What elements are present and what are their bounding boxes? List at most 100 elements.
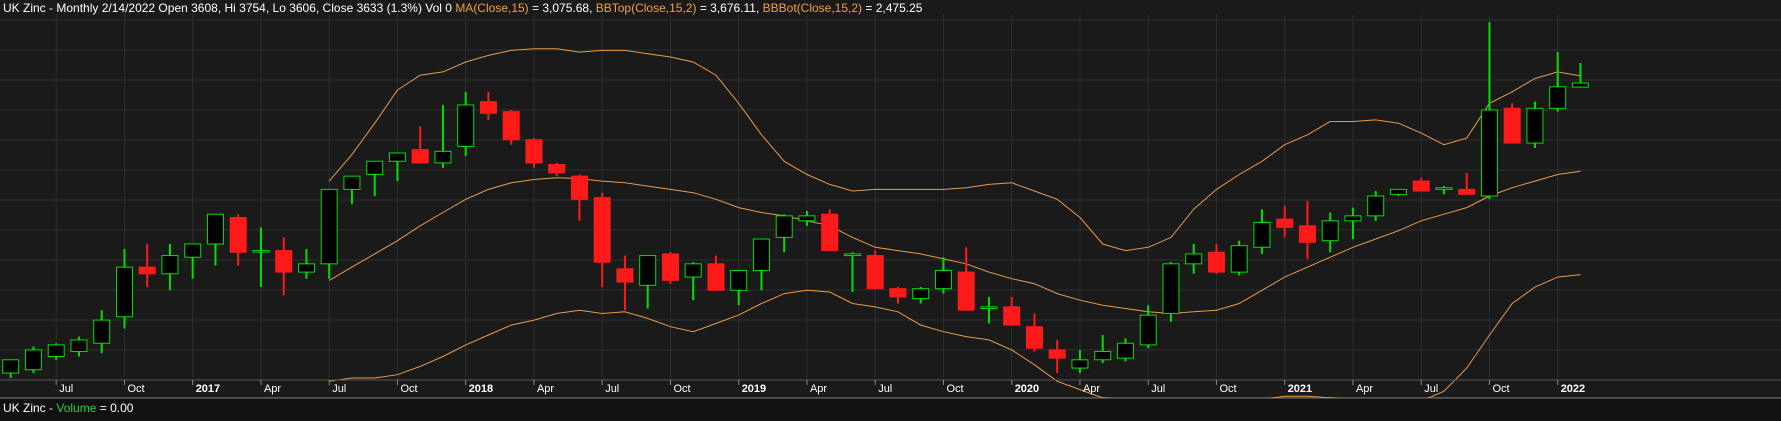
- candle-body: [434, 150, 452, 164]
- x-tick-label: Apr: [1356, 383, 1373, 395]
- x-tick-label: Oct: [946, 383, 963, 395]
- candle-body: [502, 111, 520, 141]
- candle-body: [2, 359, 20, 374]
- candle-body: [1025, 326, 1043, 349]
- candle-body: [411, 149, 429, 164]
- candle-body: [1435, 187, 1453, 190]
- grid: [0, 14, 1781, 378]
- candle-body: [1139, 314, 1157, 346]
- volume-header: UK Zinc - Volume = 0.00: [3, 401, 134, 415]
- x-tick-label: 2017: [196, 383, 220, 395]
- candle-body: [639, 255, 657, 286]
- candle-body: [1458, 188, 1476, 195]
- candle-body: [252, 250, 270, 253]
- x-tick-label: 2019: [742, 383, 766, 395]
- candle-body: [1116, 342, 1134, 359]
- candle-body: [593, 197, 611, 263]
- candle-body: [320, 188, 338, 265]
- candle-body: [1230, 245, 1248, 273]
- candle-body: [1480, 109, 1498, 197]
- x-tick-label: Jul: [59, 383, 73, 395]
- candle-body: [1048, 349, 1066, 359]
- candle-body: [161, 255, 179, 275]
- candle-body: [616, 268, 634, 283]
- candle-body: [70, 339, 88, 353]
- candle-body: [821, 213, 839, 252]
- candle-body: [1503, 107, 1521, 144]
- candle-body: [1003, 306, 1021, 326]
- x-tick-label: Apr: [810, 383, 827, 395]
- candle-body: [93, 319, 111, 344]
- candle-body: [843, 253, 861, 257]
- ohlc-info: - Monthly 2/14/2022 Open 3608, Hi 3754, …: [49, 1, 452, 15]
- candle-body: [366, 160, 384, 175]
- candle-body: [297, 263, 315, 273]
- candle-body: [661, 253, 679, 281]
- chart-header: UK Zinc - Monthly 2/14/2022 Open 3608, H…: [3, 1, 922, 15]
- x-tick-label: Jul: [332, 383, 346, 395]
- candle-body: [457, 104, 475, 147]
- candle-body: [184, 243, 202, 258]
- bbtop-label: BBTop(Close,15,2): [595, 1, 697, 15]
- x-tick-label: Jul: [878, 383, 892, 395]
- bollinger-top-line: [328, 48, 1581, 252]
- bbtop-value: = 3,676.11,: [699, 1, 760, 15]
- candle-body: [1276, 218, 1294, 228]
- x-tick-label: Oct: [1492, 383, 1509, 395]
- candle-body: [775, 215, 793, 238]
- candle-body: [229, 217, 247, 253]
- x-tick-label: Oct: [673, 383, 690, 395]
- candle-body: [343, 175, 361, 190]
- candle-body: [1071, 359, 1089, 369]
- candle-body: [206, 213, 224, 245]
- candle-body: [1094, 351, 1112, 361]
- candle-body: [707, 263, 725, 291]
- volume-panel: UK Zinc - Volume = 0.00: [0, 398, 1781, 421]
- candle-body: [798, 215, 816, 222]
- candle-body: [752, 238, 770, 271]
- candle-body: [1412, 180, 1430, 192]
- candle-body: [1344, 215, 1362, 222]
- bbbot-label: BBBot(Close,15,2): [762, 1, 863, 15]
- candle-body: [275, 250, 293, 273]
- candle-body: [957, 271, 975, 311]
- candle-body: [684, 263, 702, 278]
- candle-body: [24, 349, 42, 371]
- price-panel: Jul Oct 2017 Apr Jul Oct 2018 Apr Jul Oct 2019 Apr J…: [0, 0, 1781, 398]
- bbbot-value: = 2,475.25: [865, 1, 923, 15]
- candle-body: [1526, 107, 1544, 144]
- candle-body: [1185, 253, 1203, 265]
- x-tick-label: Oct: [400, 383, 417, 395]
- candle-body: [912, 288, 930, 300]
- candle-body: [115, 266, 133, 318]
- candle-body: [1298, 225, 1316, 243]
- candle-body: [980, 306, 998, 310]
- x-tick-label: Oct: [127, 383, 144, 395]
- candle-body: [570, 175, 588, 200]
- candle-body: [730, 269, 748, 291]
- x-tick-label: 2020: [1015, 383, 1039, 395]
- volume-symbol: UK Zinc: [3, 401, 46, 415]
- candle-body: [1207, 251, 1225, 273]
- candle-body: [138, 266, 156, 275]
- candle-body: [934, 269, 952, 290]
- x-tick-label: Oct: [1219, 383, 1236, 395]
- ma-label: MA(Close,15): [455, 1, 529, 15]
- candle-body: [388, 152, 406, 162]
- volume-value: = 0.00: [99, 401, 134, 415]
- bollinger-bottom-line: [329, 274, 1581, 398]
- x-tick-label: Apr: [264, 383, 281, 395]
- x-tick-label: Jul: [605, 383, 619, 395]
- candle-body: [47, 344, 65, 357]
- x-tick-label: Jul: [1424, 383, 1438, 395]
- x-tick-label: Apr: [537, 383, 554, 395]
- candle-body: [548, 164, 566, 174]
- x-tick-label: 2021: [1288, 383, 1312, 395]
- candle-body: [866, 255, 884, 290]
- volume-label: Volume: [56, 401, 97, 415]
- ma-value: = 3,075.68,: [532, 1, 593, 15]
- candle-body: [1162, 263, 1180, 314]
- candle-body: [479, 101, 497, 114]
- candle-body: [1321, 220, 1339, 242]
- x-tick-label: 2018: [469, 383, 493, 395]
